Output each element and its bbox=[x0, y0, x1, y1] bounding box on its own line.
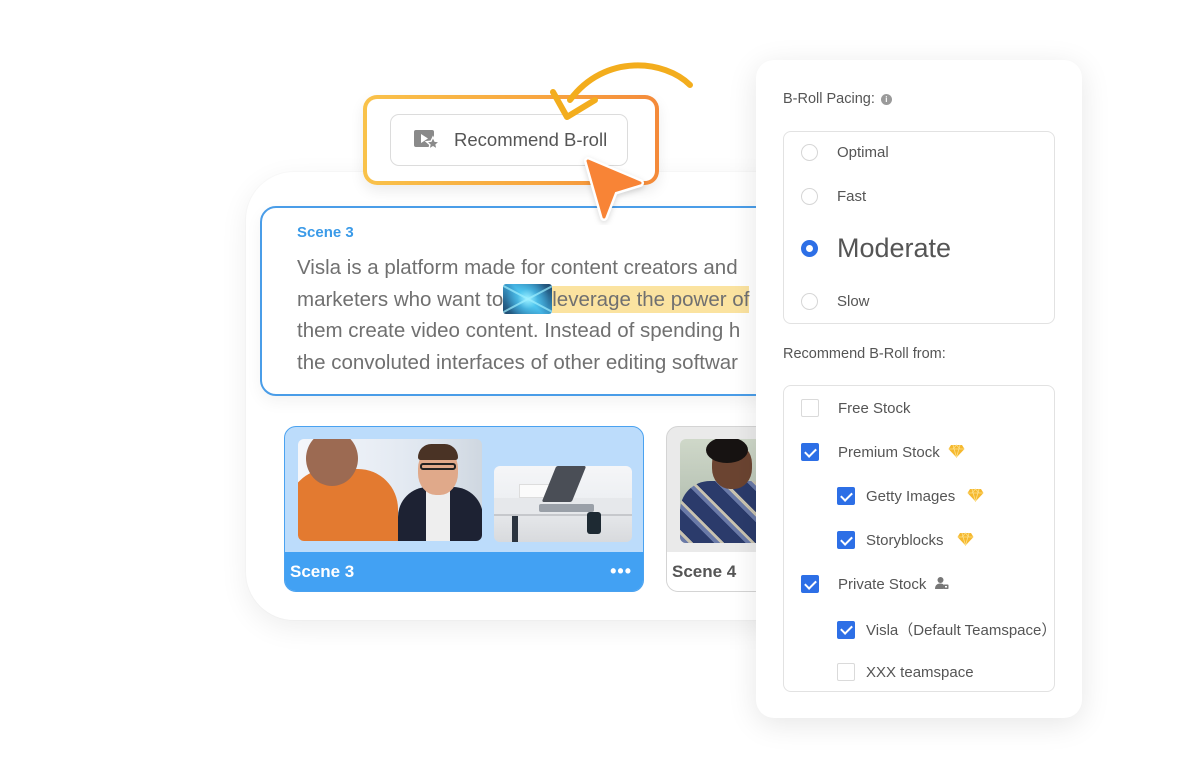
radio-button[interactable] bbox=[801, 144, 818, 161]
curved-arrow-icon bbox=[550, 62, 693, 120]
info-icon[interactable]: i bbox=[880, 93, 892, 105]
scene-tile-3[interactable]: Scene 3 ••• bbox=[284, 426, 644, 592]
checkbox-checked[interactable] bbox=[837, 487, 855, 505]
scene-photo-meeting bbox=[298, 439, 482, 541]
source-premium-stock[interactable]: Premium Stock bbox=[801, 443, 965, 461]
option-label: Free Stock bbox=[838, 399, 911, 417]
private-user-icon bbox=[935, 576, 949, 589]
option-label: Slow bbox=[837, 293, 870, 310]
script-editor[interactable]: Scene 3 Visla is a platform made for con… bbox=[260, 206, 780, 396]
script-line: them create video content. Instead of sp… bbox=[297, 315, 778, 347]
source-free-stock[interactable]: Free Stock bbox=[801, 399, 911, 417]
scene-photo-desk bbox=[494, 466, 632, 542]
option-text: Storyblocks bbox=[866, 531, 944, 549]
option-text: Premium Stock bbox=[838, 443, 940, 461]
highlighted-phrase[interactable]: leverage the power of bbox=[552, 285, 750, 313]
scene-title: Scene 3 bbox=[290, 561, 355, 581]
script-text-segment: them create video content. Instead of sp… bbox=[297, 319, 741, 342]
script-text-segment: the convoluted interfaces of other editi… bbox=[297, 350, 739, 374]
option-label: Fast bbox=[837, 188, 867, 205]
script-text[interactable]: Visla is a platform made for content cre… bbox=[297, 252, 778, 379]
radio-button-selected[interactable] bbox=[801, 240, 818, 257]
gem-icon bbox=[957, 531, 974, 546]
gem-icon bbox=[948, 443, 965, 458]
video-star-icon bbox=[413, 128, 442, 152]
checkbox[interactable] bbox=[837, 663, 855, 681]
script-line: the convoluted interfaces of other editi… bbox=[297, 347, 778, 379]
pacing-title: B-Roll Pacing: bbox=[783, 91, 875, 107]
pacing-option-moderate[interactable]: Moderate bbox=[801, 233, 951, 264]
option-label: Private Stock bbox=[838, 576, 949, 593]
checkbox-checked[interactable] bbox=[801, 443, 819, 461]
checkbox-checked[interactable] bbox=[837, 620, 855, 639]
pacing-section-title: B-Roll Pacing: i bbox=[783, 91, 892, 107]
radio-button[interactable] bbox=[801, 293, 818, 310]
option-text: Getty Images bbox=[866, 487, 956, 505]
radio-button[interactable] bbox=[801, 188, 818, 205]
more-options-button[interactable]: ••• bbox=[610, 561, 632, 582]
pacing-option-optimal[interactable]: Optimal bbox=[801, 144, 889, 161]
option-label: Getty Images bbox=[866, 488, 984, 505]
pacing-options: Optimal Fast Moderate Slow bbox=[783, 131, 1055, 324]
option-label: Visla（Default Teamspace） bbox=[866, 622, 1057, 639]
source-storyblocks[interactable]: Storyblocks bbox=[837, 531, 974, 549]
option-label: Premium Stock bbox=[838, 444, 965, 461]
pacing-option-fast[interactable]: Fast bbox=[801, 188, 866, 205]
inline-broll-thumbnail[interactable] bbox=[503, 283, 553, 314]
pacing-option-slow[interactable]: Slow bbox=[801, 293, 870, 310]
script-scene-label: Scene 3 bbox=[297, 224, 354, 241]
script-line: Visla is a platform made for content cre… bbox=[297, 252, 778, 284]
scene-title: Scene 4 bbox=[672, 561, 737, 581]
checkbox-checked[interactable] bbox=[837, 531, 855, 549]
broll-settings-panel: B-Roll Pacing: i Optimal Fast Moderate S… bbox=[756, 60, 1082, 718]
sources-section-title: Recommend B-Roll from: bbox=[783, 346, 946, 362]
option-label: Optimal bbox=[837, 144, 889, 161]
source-visla-default-teamspace[interactable]: Visla（Default Teamspace） bbox=[837, 619, 1057, 640]
script-line: marketers who want to leverage the power … bbox=[297, 283, 778, 316]
checkbox[interactable] bbox=[801, 399, 819, 417]
script-text-segment: Visla is a platform made for content cre… bbox=[297, 256, 738, 279]
option-text: Private Stock bbox=[838, 575, 927, 593]
source-options: Free Stock Premium Stock Getty Images St… bbox=[783, 385, 1057, 692]
script-text-segment: marketers who want to bbox=[297, 287, 504, 311]
sources-title: Recommend B-Roll from: bbox=[783, 346, 946, 362]
source-xxx-teamspace[interactable]: XXX teamspace bbox=[837, 663, 974, 681]
checkbox-checked[interactable] bbox=[801, 575, 819, 593]
gem-icon bbox=[967, 487, 984, 502]
scene-footer: Scene 3 ••• bbox=[285, 552, 643, 591]
option-label: Moderate bbox=[837, 233, 952, 263]
source-getty-images[interactable]: Getty Images bbox=[837, 487, 984, 505]
option-label: Storyblocks bbox=[866, 532, 974, 549]
option-label: XXX teamspace bbox=[866, 663, 974, 681]
source-private-stock[interactable]: Private Stock bbox=[801, 575, 949, 593]
cursor-pointer-icon bbox=[584, 157, 644, 221]
